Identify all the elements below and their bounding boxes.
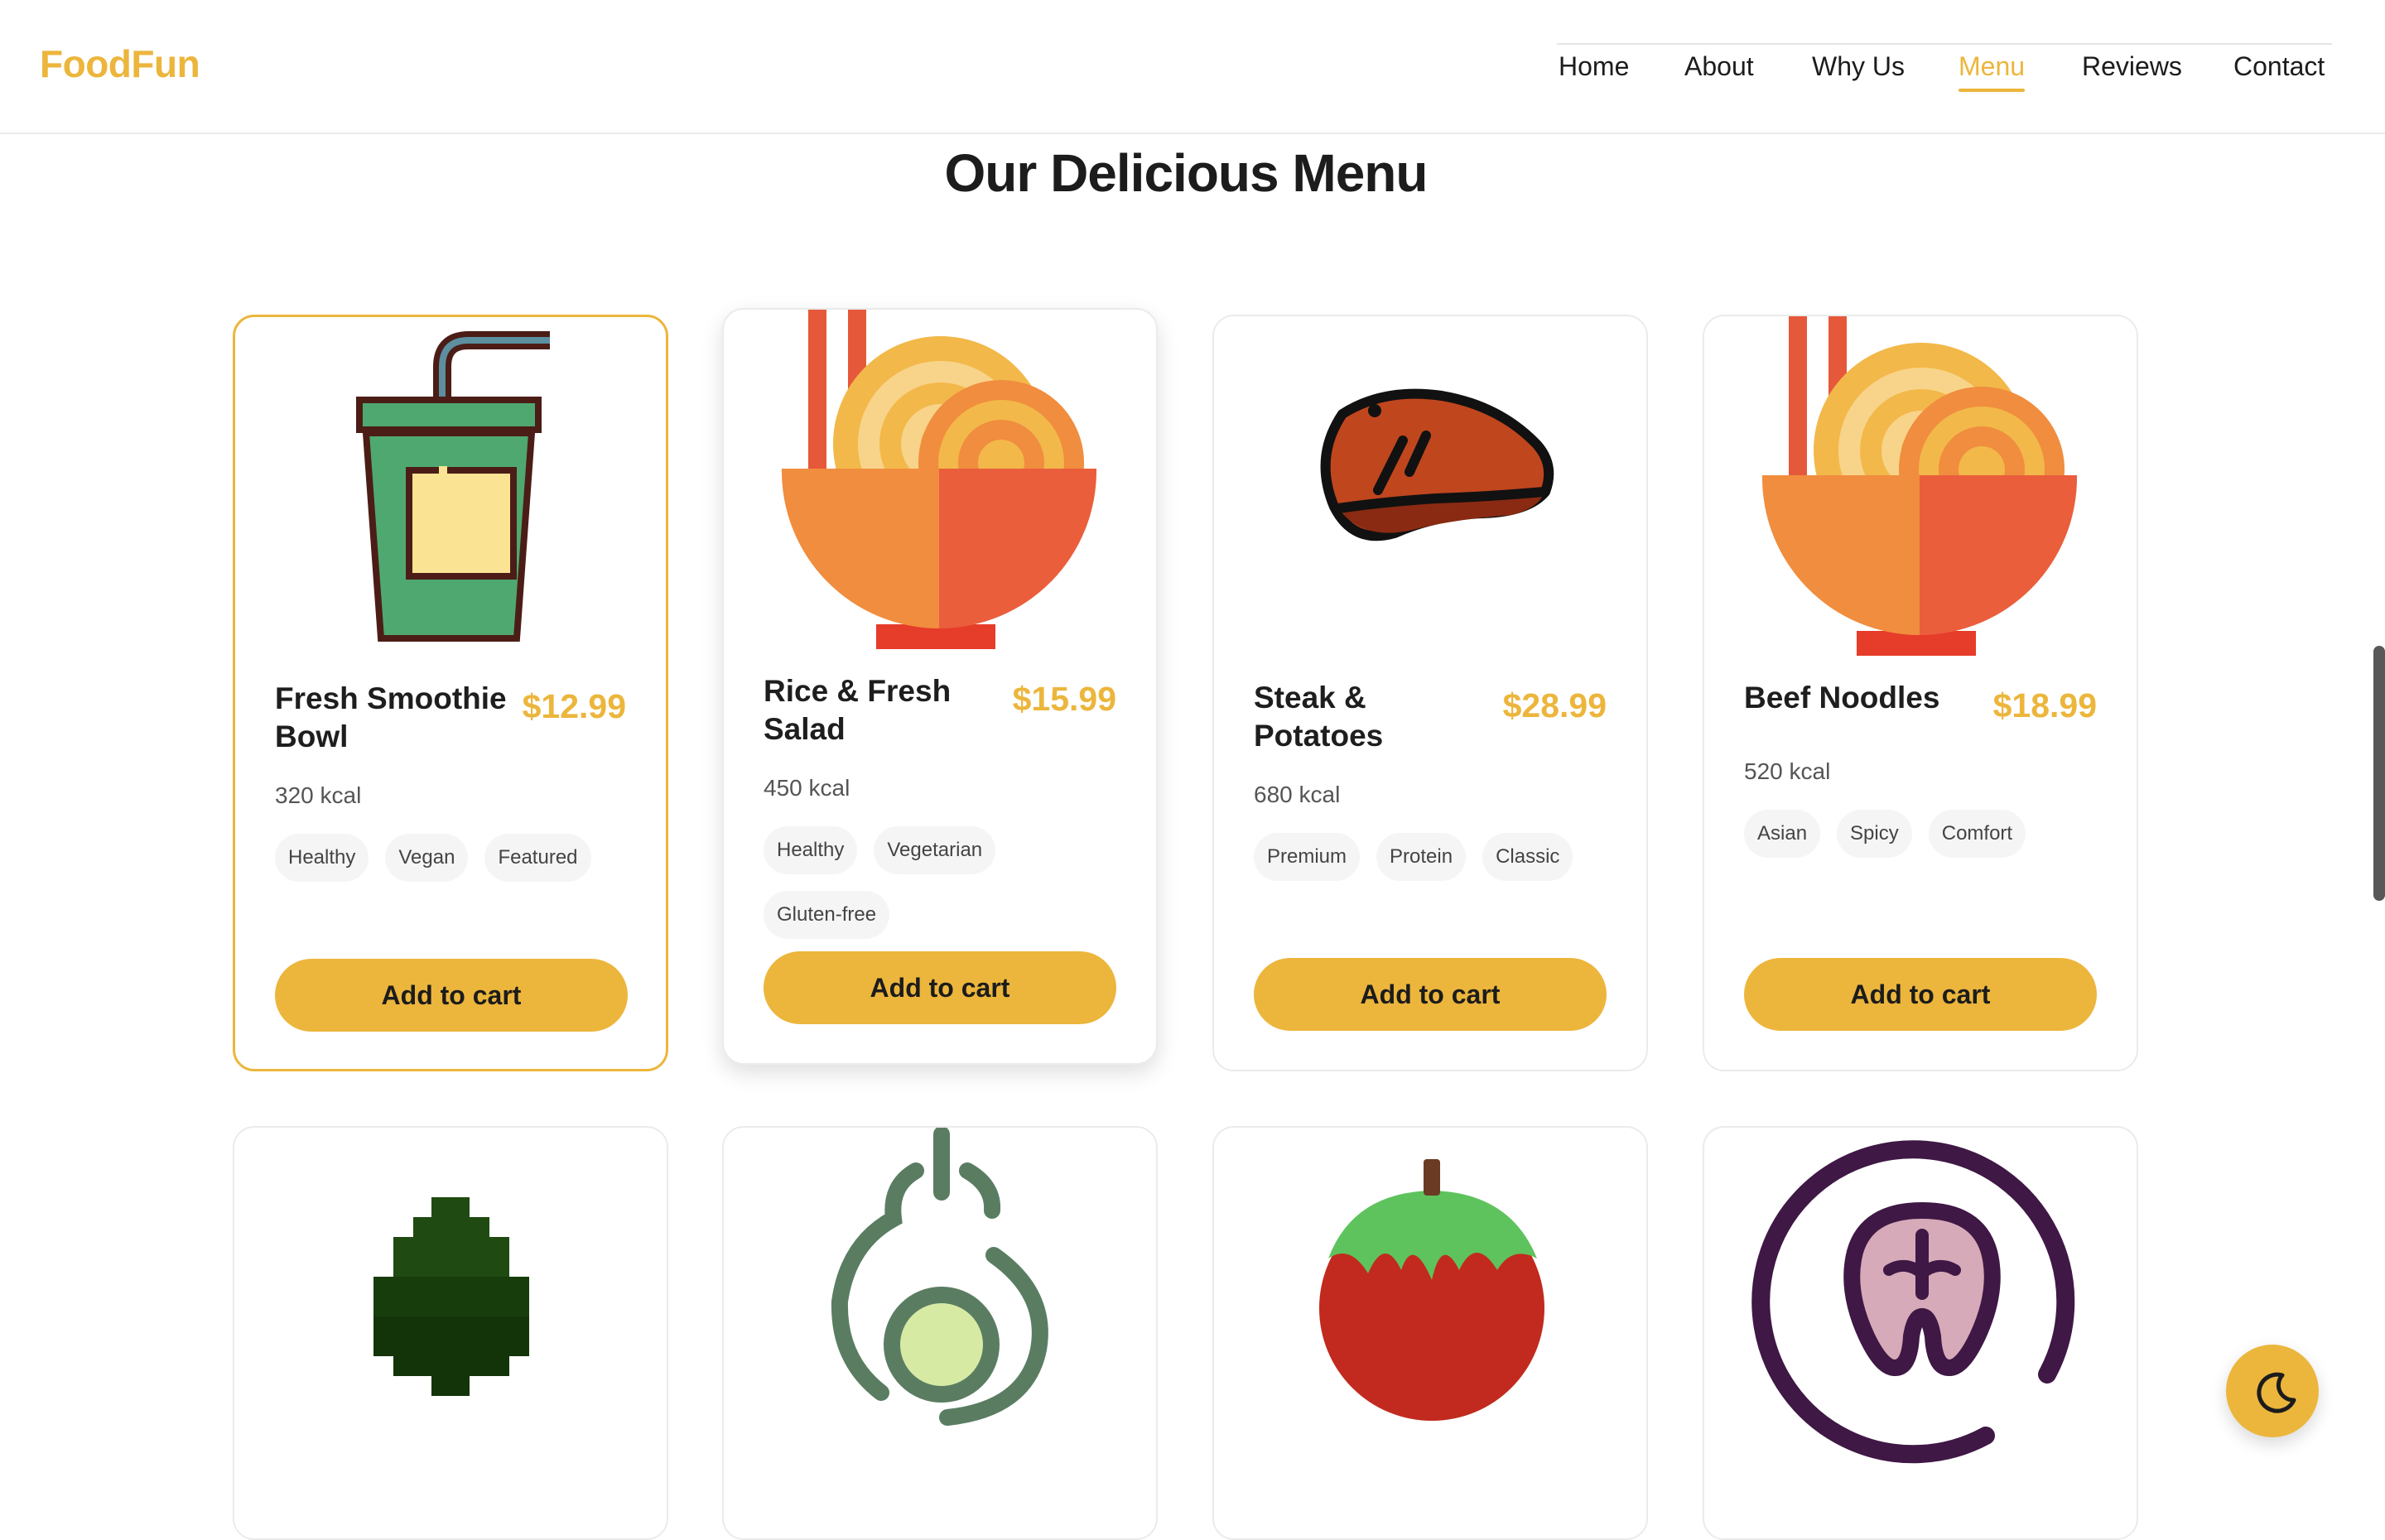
add-to-cart-button[interactable]: Add to cart xyxy=(275,959,628,1032)
pixel-avocado-icon xyxy=(234,1128,667,1467)
theme-toggle-button[interactable] xyxy=(2226,1345,2319,1437)
menu-card xyxy=(1212,1126,1648,1540)
tag-list: Healthy Vegetarian Gluten-free xyxy=(764,826,1128,939)
section-title: Our Delicious Menu xyxy=(944,143,1429,203)
item-calories: 450 kcal xyxy=(764,775,850,801)
noodle-bowl-icon xyxy=(724,310,1156,649)
site-header: FoodFun Home About Why Us Menu Reviews C… xyxy=(0,0,2385,134)
nav-link-contact[interactable]: Contact xyxy=(2233,51,2325,82)
tag: Asian xyxy=(1744,810,1821,858)
nav-divider xyxy=(1557,43,2332,45)
tag: Spicy xyxy=(1837,810,1912,858)
item-name: Rice & Fresh Salad xyxy=(764,674,952,746)
tag: Classic xyxy=(1482,833,1573,881)
tag: Featured xyxy=(484,834,591,882)
tag: Gluten-free xyxy=(764,891,890,939)
tag: Healthy xyxy=(764,826,858,874)
page-scrollbar[interactable] xyxy=(2373,646,2385,901)
item-price: $15.99 xyxy=(1012,680,1116,718)
tag-list: Premium Protein Classic xyxy=(1254,833,1618,881)
nav-link-reviews[interactable]: Reviews xyxy=(2082,51,2182,82)
avocado-outline-icon xyxy=(724,1128,1156,1467)
tag: Premium xyxy=(1254,833,1361,881)
steak-icon xyxy=(1214,316,1646,656)
salmon-steak-icon xyxy=(1704,1128,2137,1467)
menu-card: Steak & Potatoes $28.99 680 kcal Premium… xyxy=(1212,315,1648,1071)
menu-card xyxy=(1703,1126,2138,1540)
tag-list: Asian Spicy Comfort xyxy=(1744,810,2108,858)
item-calories: 320 kcal xyxy=(275,782,362,808)
nav-link-about[interactable]: About xyxy=(1684,51,1754,82)
add-to-cart-button[interactable]: Add to cart xyxy=(1744,958,2097,1031)
item-price: $18.99 xyxy=(1992,686,2097,724)
tag: Comfort xyxy=(1928,810,2026,858)
menu-card xyxy=(233,1126,668,1540)
tag: Vegetarian xyxy=(874,826,996,874)
tag-list: Healthy Vegan Featured xyxy=(275,834,639,882)
add-to-cart-button[interactable]: Add to cart xyxy=(764,951,1116,1024)
item-calories: 520 kcal xyxy=(1744,758,1831,784)
nav-link-home[interactable]: Home xyxy=(1559,51,1629,82)
menu-card: Fresh Smoothie Bowl $12.99 320 kcal Heal… xyxy=(233,315,668,1071)
item-price: $12.99 xyxy=(522,687,626,725)
item-name: Fresh Smoothie Bowl xyxy=(275,681,507,753)
tag: Vegan xyxy=(385,834,469,882)
menu-card: Beef Noodles $18.99 520 kcal Asian Spicy… xyxy=(1703,315,2138,1071)
menu-card: Rice & Fresh Salad $15.99 450 kcal Healt… xyxy=(722,308,1158,1065)
smoothie-cup-icon xyxy=(235,317,666,657)
nav-link-why-us[interactable]: Why Us xyxy=(1812,51,1905,82)
item-name: Steak & Potatoes xyxy=(1254,681,1384,753)
tomato-icon xyxy=(1214,1128,1646,1467)
moon-icon xyxy=(2257,1372,2296,1413)
item-calories: 680 kcal xyxy=(1254,782,1341,807)
tag: Healthy xyxy=(275,834,369,882)
nav-link-menu[interactable]: Menu xyxy=(1959,51,2026,92)
menu-card xyxy=(722,1126,1158,1540)
item-price: $28.99 xyxy=(1502,686,1607,724)
item-name: Beef Noodles xyxy=(1744,681,1940,715)
add-to-cart-button[interactable]: Add to cart xyxy=(1254,958,1607,1031)
noodle-bowl-icon xyxy=(1704,316,2137,656)
site-logo[interactable]: FoodFun xyxy=(40,41,200,86)
tag: Protein xyxy=(1376,833,1467,881)
